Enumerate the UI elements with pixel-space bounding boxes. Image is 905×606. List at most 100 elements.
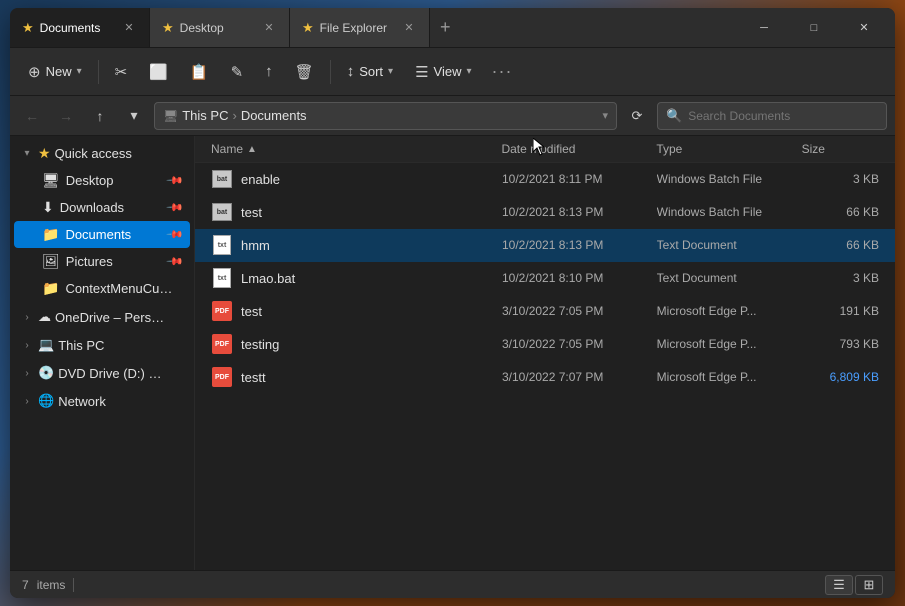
- tab-star-icon-2: ★: [162, 20, 174, 36]
- paste-icon: 📋: [190, 63, 209, 81]
- share-button[interactable]: ↑: [255, 57, 283, 86]
- statusbar-separator: [73, 578, 74, 592]
- col-name-label: Name: [211, 142, 243, 156]
- new-label: New: [46, 64, 72, 79]
- col-header-name[interactable]: Name ▲: [211, 142, 501, 156]
- sidebar-pictures-label: Pictures: [66, 254, 163, 269]
- this-pc-header[interactable]: › 💻 This PC: [14, 332, 190, 358]
- nav-recent-button[interactable]: ▾: [120, 102, 148, 130]
- new-button[interactable]: ⊕ New ▾: [18, 57, 92, 87]
- file-date-4: 3/10/2022 7:05 PM: [502, 304, 657, 318]
- sidebar-downloads-pin: 📌: [166, 198, 185, 217]
- file-type-6: Microsoft Edge P...: [657, 370, 802, 384]
- paste-button[interactable]: 📋: [180, 57, 219, 87]
- view-large-button[interactable]: ⊞: [855, 575, 883, 595]
- table-row[interactable]: PDF test 3/10/2022 7:05 PM Microsoft Edg…: [195, 295, 895, 328]
- nav-up-button[interactable]: ↑: [86, 102, 114, 130]
- copy-button[interactable]: ⬜: [139, 57, 178, 87]
- dvd-header[interactable]: › 💿 DVD Drive (D:) CCC...: [14, 360, 190, 386]
- this-pc-icon: 💻: [38, 337, 54, 353]
- tab-desktop-label: Desktop: [180, 21, 224, 35]
- sidebar-item-downloads[interactable]: ⬇ Downloads 📌: [14, 194, 190, 221]
- table-row[interactable]: txt hmm 10/2/2021 8:13 PM Text Document …: [195, 229, 895, 262]
- address-bar[interactable]: 🖥 This PC › Documents ▾: [154, 102, 617, 130]
- new-tab-button[interactable]: +: [430, 8, 461, 47]
- toolbar: ⊕ New ▾ ✂ ⬜ 📋 ✎ ↑ 🗑 ↕ Sort ▾ ☰: [10, 48, 895, 96]
- network-label: Network: [58, 394, 182, 409]
- close-button[interactable]: ✕: [841, 12, 887, 44]
- downloads-icon: ⬇: [42, 199, 54, 216]
- share-icon: ↑: [265, 63, 273, 80]
- table-row[interactable]: txt Lmao.bat 10/2/2021 8:10 PM Text Docu…: [195, 262, 895, 295]
- file-icon-pdf-1: PDF: [211, 300, 233, 322]
- delete-icon: 🗑: [295, 63, 314, 81]
- sidebar-section-quick-access: ▾ ★ Quick access 🖥 Desktop 📌 ⬇ Downloads…: [10, 140, 194, 302]
- col-header-date[interactable]: Date modified: [501, 142, 656, 156]
- minimize-button[interactable]: ─: [741, 12, 787, 44]
- refresh-button[interactable]: ⟳: [623, 102, 651, 130]
- nav-forward-button[interactable]: →: [52, 102, 80, 130]
- this-pc-expand-icon: ›: [20, 340, 34, 351]
- sidebar-documents-label: Documents: [65, 227, 162, 242]
- sidebar-item-pictures[interactable]: 🖼 Pictures 📌: [14, 248, 190, 275]
- maximize-button[interactable]: □: [791, 12, 837, 44]
- file-type-1: Windows Batch File: [657, 205, 802, 219]
- sort-label: Sort: [359, 64, 383, 79]
- table-row[interactable]: bat enable 10/2/2021 8:11 PM Windows Bat…: [195, 163, 895, 196]
- view-button[interactable]: ☰ View ▾: [405, 57, 481, 87]
- pc-icon: 🖥: [163, 109, 178, 123]
- file-name-2: hmm: [241, 238, 502, 253]
- search-bar[interactable]: 🔍: [657, 102, 887, 130]
- tab-desktop[interactable]: ★ Desktop ✕: [150, 8, 290, 47]
- col-sort-icon: ▲: [247, 144, 257, 155]
- col-type-label: Type: [656, 142, 682, 156]
- sidebar-item-desktop[interactable]: 🖥 Desktop 📌: [14, 167, 190, 194]
- documents-icon: 📁: [42, 226, 59, 243]
- table-row[interactable]: bat test 10/2/2021 8:13 PM Windows Batch…: [195, 196, 895, 229]
- file-size-5: 793 KB: [802, 337, 879, 351]
- table-row[interactable]: PDF testt 3/10/2022 7:07 PM Microsoft Ed…: [195, 361, 895, 394]
- col-date-label: Date modified: [501, 142, 575, 156]
- tab-documents-close[interactable]: ✕: [121, 20, 137, 36]
- table-row[interactable]: PDF testing 3/10/2022 7:05 PM Microsoft …: [195, 328, 895, 361]
- file-name-4: test: [241, 304, 502, 319]
- network-icon: 🌐: [38, 393, 54, 409]
- sidebar-item-documents[interactable]: 📁 Documents 📌: [14, 221, 190, 248]
- delete-button[interactable]: 🗑: [285, 57, 324, 87]
- file-date-0: 10/2/2021 8:11 PM: [502, 172, 657, 186]
- onedrive-expand-icon: ›: [20, 312, 34, 323]
- sidebar-item-contextmenu[interactable]: 📁 ContextMenuCust...: [14, 275, 190, 302]
- file-name-6: testt: [241, 370, 502, 385]
- onedrive-label: OneDrive – Personal: [55, 310, 165, 325]
- addressbar-dropdown-icon[interactable]: ▾: [602, 109, 608, 122]
- network-header[interactable]: › 🌐 Network: [14, 388, 190, 414]
- dvd-label: DVD Drive (D:) CCC...: [58, 366, 168, 381]
- onedrive-icon: ☁: [38, 309, 51, 325]
- sort-button[interactable]: ↕ Sort ▾: [337, 57, 403, 86]
- file-icon-txt-2: txt: [211, 267, 233, 289]
- sort-icon: ↕: [347, 63, 355, 80]
- tab-desktop-close[interactable]: ✕: [261, 20, 277, 36]
- tab-fileexplorer-close[interactable]: ✕: [401, 20, 417, 36]
- tab-fileexplorer[interactable]: ★ File Explorer ✕: [290, 8, 430, 47]
- search-input[interactable]: [688, 109, 878, 123]
- tab-documents[interactable]: ★ Documents ✕: [10, 8, 150, 47]
- view-details-button[interactable]: ☰: [825, 575, 853, 595]
- sidebar-documents-pin: 📌: [166, 225, 185, 244]
- view-toggle-buttons: ☰ ⊞: [825, 575, 883, 595]
- file-name-0: enable: [241, 172, 502, 187]
- rename-button[interactable]: ✎: [221, 57, 254, 87]
- window-controls: ─ □ ✕: [741, 8, 895, 47]
- quick-access-header[interactable]: ▾ ★ Quick access: [14, 140, 190, 167]
- more-button[interactable]: ···: [484, 55, 521, 88]
- nav-back-button[interactable]: ←: [18, 102, 46, 130]
- pictures-icon: 🖼: [42, 253, 60, 270]
- cut-button[interactable]: ✂: [105, 57, 138, 87]
- path-documents: Documents: [241, 108, 307, 123]
- file-type-5: Microsoft Edge P...: [657, 337, 802, 351]
- dvd-expand-icon: ›: [20, 368, 34, 379]
- col-header-size[interactable]: Size: [802, 142, 879, 156]
- onedrive-header[interactable]: › ☁ OneDrive – Personal: [14, 304, 190, 330]
- file-size-0: 3 KB: [802, 172, 879, 186]
- col-header-type[interactable]: Type: [656, 142, 801, 156]
